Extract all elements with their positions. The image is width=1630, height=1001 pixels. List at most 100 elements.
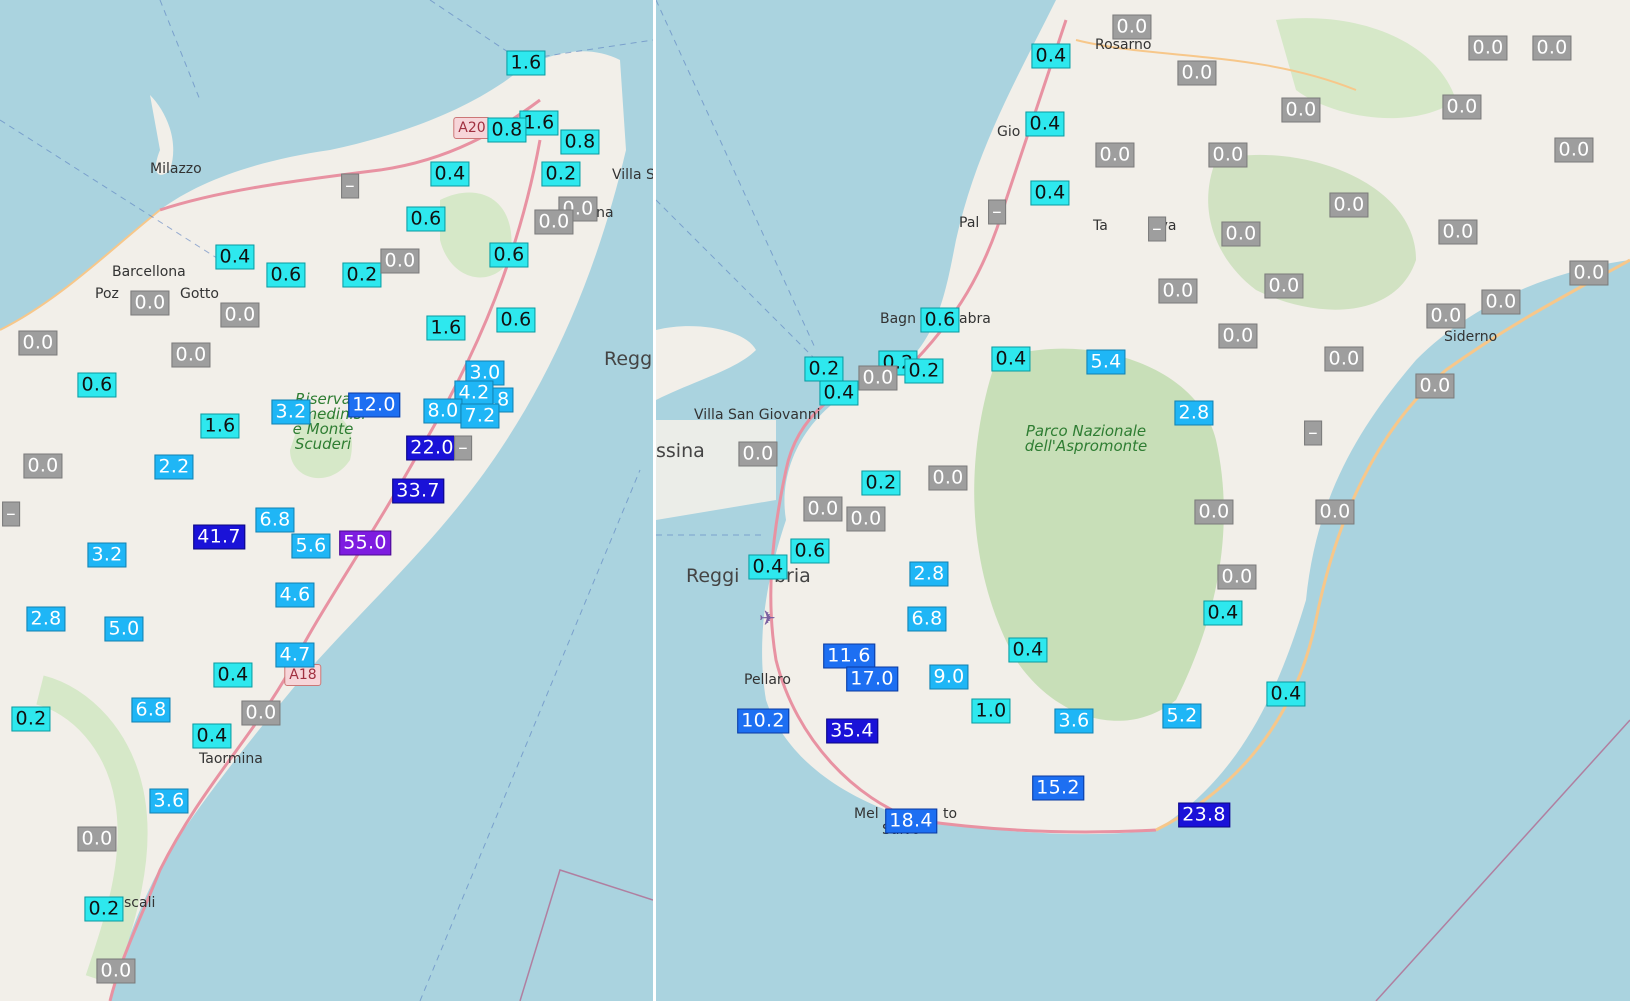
rainfall-value-badge[interactable]: 0.6	[790, 538, 830, 564]
rainfall-value-badge[interactable]: 0.0	[220, 302, 260, 328]
rainfall-value-badge[interactable]: 0.0	[18, 330, 58, 356]
rainfall-value-badge[interactable]: 23.8	[1178, 802, 1230, 828]
rainfall-value-badge[interactable]: 0.0	[1438, 219, 1478, 245]
rainfall-value-badge[interactable]: 0.6	[406, 206, 446, 232]
rainfall-value-badge[interactable]: 0.0	[1532, 35, 1572, 61]
rainfall-value-badge[interactable]: 0.0	[96, 958, 136, 984]
rainfall-value-badge[interactable]: 0.2	[342, 262, 382, 288]
rainfall-value-badge[interactable]: 22.0	[406, 435, 458, 461]
rainfall-value-badge[interactable]: 0.0	[77, 826, 117, 852]
rainfall-value-badge[interactable]: 1.6	[200, 413, 240, 439]
rainfall-value-badge[interactable]: 0.0	[380, 248, 420, 274]
rainfall-value-badge[interactable]: 5.0	[104, 616, 144, 642]
map-panel-messina[interactable]: Riserva Fiumedinisi e Monte Scuderi Mila…	[0, 0, 653, 1001]
rainfall-value-badge[interactable]: 17.0	[846, 666, 898, 692]
rainfall-value-badge[interactable]: 15.2	[1032, 775, 1084, 801]
rainfall-value-badge[interactable]: 0.4	[213, 662, 253, 688]
rainfall-value-badge[interactable]: 10.2	[737, 708, 789, 734]
rainfall-value-badge[interactable]: 3.2	[87, 542, 127, 568]
rainfall-value-badge[interactable]: 0.0	[1554, 137, 1594, 163]
rainfall-value-badge[interactable]: 0.6	[266, 262, 306, 288]
rainfall-value-badge[interactable]: 4.6	[275, 582, 315, 608]
rainfall-value-badge[interactable]: 0.4	[192, 723, 232, 749]
rainfall-value-badge[interactable]: 0.4	[1008, 637, 1048, 663]
rainfall-value-badge[interactable]: 1.6	[506, 50, 546, 76]
rainfall-value-badge[interactable]: 2.2	[154, 454, 194, 480]
rainfall-value-badge[interactable]: 2.8	[1174, 400, 1214, 426]
rainfall-value-badge[interactable]: 8.0	[423, 398, 463, 424]
rainfall-value-badge[interactable]: 0.4	[430, 161, 470, 187]
rainfall-value-badge[interactable]: 11.6	[823, 643, 875, 669]
rainfall-value-badge[interactable]: 0.8	[487, 117, 527, 143]
rainfall-value-badge[interactable]: 0.0	[1324, 346, 1364, 372]
rainfall-value-badge[interactable]: 0.6	[496, 307, 536, 333]
rainfall-value-badge[interactable]: 0.2	[541, 161, 581, 187]
rainfall-value-badge[interactable]: 7.2	[460, 403, 500, 429]
rainfall-value-badge[interactable]: 0.0	[1218, 323, 1258, 349]
rainfall-value-badge[interactable]: 5.6	[291, 533, 331, 559]
rainfall-value-badge[interactable]: 0.2	[11, 706, 51, 732]
rainfall-value-badge[interactable]: 5.4	[1086, 349, 1126, 375]
rainfall-value-badge[interactable]: 0.2	[861, 470, 901, 496]
rainfall-value-badge[interactable]: 0.0	[1315, 499, 1355, 525]
rainfall-value-badge[interactable]: 0.0	[1217, 564, 1257, 590]
rainfall-value-badge[interactable]: 0.0	[803, 496, 843, 522]
rainfall-value-badge[interactable]: 6.8	[907, 606, 947, 632]
rainfall-value-badge[interactable]: 33.7	[392, 478, 444, 504]
rainfall-value-badge[interactable]: 0.0	[928, 465, 968, 491]
rainfall-value-badge[interactable]: 55.0	[339, 530, 391, 556]
rainfall-value-badge[interactable]: 0.4	[215, 244, 255, 270]
rainfall-value-badge[interactable]: –	[1304, 420, 1322, 446]
rainfall-value-badge[interactable]: 0.0	[23, 453, 63, 479]
rainfall-value-badge[interactable]: 1.6	[426, 315, 466, 341]
rainfall-value-badge[interactable]: 0.6	[920, 307, 960, 333]
rainfall-value-badge[interactable]: 6.8	[255, 507, 295, 533]
rainfall-value-badge[interactable]: 0.6	[77, 372, 117, 398]
rainfall-value-badge[interactable]: 0.2	[804, 356, 844, 382]
rainfall-value-badge[interactable]: 0.4	[819, 380, 859, 406]
rainfall-value-badge[interactable]: 41.7	[193, 524, 245, 550]
rainfall-value-badge[interactable]: 0.0	[1208, 142, 1248, 168]
rainfall-value-badge[interactable]: 0.0	[846, 506, 886, 532]
rainfall-value-badge[interactable]: 0.0	[1264, 273, 1304, 299]
rainfall-value-badge[interactable]: 0.0	[1415, 373, 1455, 399]
rainfall-value-badge[interactable]: 0.0	[534, 209, 574, 235]
rainfall-value-badge[interactable]: 0.0	[1112, 14, 1152, 40]
rainfall-value-badge[interactable]: 9.0	[929, 664, 969, 690]
rainfall-value-badge[interactable]: 0.0	[1426, 303, 1466, 329]
rainfall-value-badge[interactable]: 0.0	[1158, 278, 1198, 304]
rainfall-value-badge[interactable]: 0.0	[1095, 142, 1135, 168]
rainfall-value-badge[interactable]: –	[1148, 216, 1166, 242]
rainfall-value-badge[interactable]: 18.4	[885, 808, 937, 834]
rainfall-value-badge[interactable]: 0.0	[858, 365, 898, 391]
rainfall-value-badge[interactable]: 0.0	[130, 290, 170, 316]
rainfall-value-badge[interactable]: 0.0	[1177, 60, 1217, 86]
rainfall-value-badge[interactable]: 6.8	[131, 697, 171, 723]
rainfall-value-badge[interactable]: 0.4	[1030, 180, 1070, 206]
rainfall-value-badge[interactable]: 0.0	[1569, 260, 1609, 286]
rainfall-value-badge[interactable]: 35.4	[826, 718, 878, 744]
rainfall-value-badge[interactable]: 5.2	[1162, 703, 1202, 729]
map-panel-reggio-calabria[interactable]: Parco Nazionale dell'Aspromonte ✈ Rosarn…	[656, 0, 1630, 1001]
rainfall-value-badge[interactable]: 0.0	[1194, 499, 1234, 525]
rainfall-value-badge[interactable]: 0.4	[991, 346, 1031, 372]
rainfall-value-badge[interactable]: –	[341, 173, 359, 199]
rainfall-value-badge[interactable]: –	[454, 435, 472, 461]
rainfall-value-badge[interactable]: 3.6	[1054, 708, 1094, 734]
rainfall-value-badge[interactable]: 4.7	[275, 642, 315, 668]
rainfall-value-badge[interactable]: –	[2, 501, 20, 527]
rainfall-value-badge[interactable]: 0.0	[241, 700, 281, 726]
rainfall-value-badge[interactable]: 0.4	[1266, 681, 1306, 707]
rainfall-value-badge[interactable]: 0.4	[1025, 111, 1065, 137]
rainfall-value-badge[interactable]: 0.4	[1203, 600, 1243, 626]
rainfall-value-badge[interactable]: 0.0	[1221, 221, 1261, 247]
rainfall-value-badge[interactable]: 0.6	[489, 242, 529, 268]
rainfall-value-badge[interactable]: 0.0	[1281, 97, 1321, 123]
rainfall-value-badge[interactable]: 0.0	[1329, 192, 1369, 218]
rainfall-value-badge[interactable]: 0.0	[1442, 94, 1482, 120]
rainfall-value-badge[interactable]: 0.0	[738, 441, 778, 467]
rainfall-value-badge[interactable]: 0.4	[748, 554, 788, 580]
rainfall-value-badge[interactable]: 3.2	[271, 399, 311, 425]
rainfall-value-badge[interactable]: 0.0	[171, 342, 211, 368]
rainfall-value-badge[interactable]: 0.0	[1481, 289, 1521, 315]
